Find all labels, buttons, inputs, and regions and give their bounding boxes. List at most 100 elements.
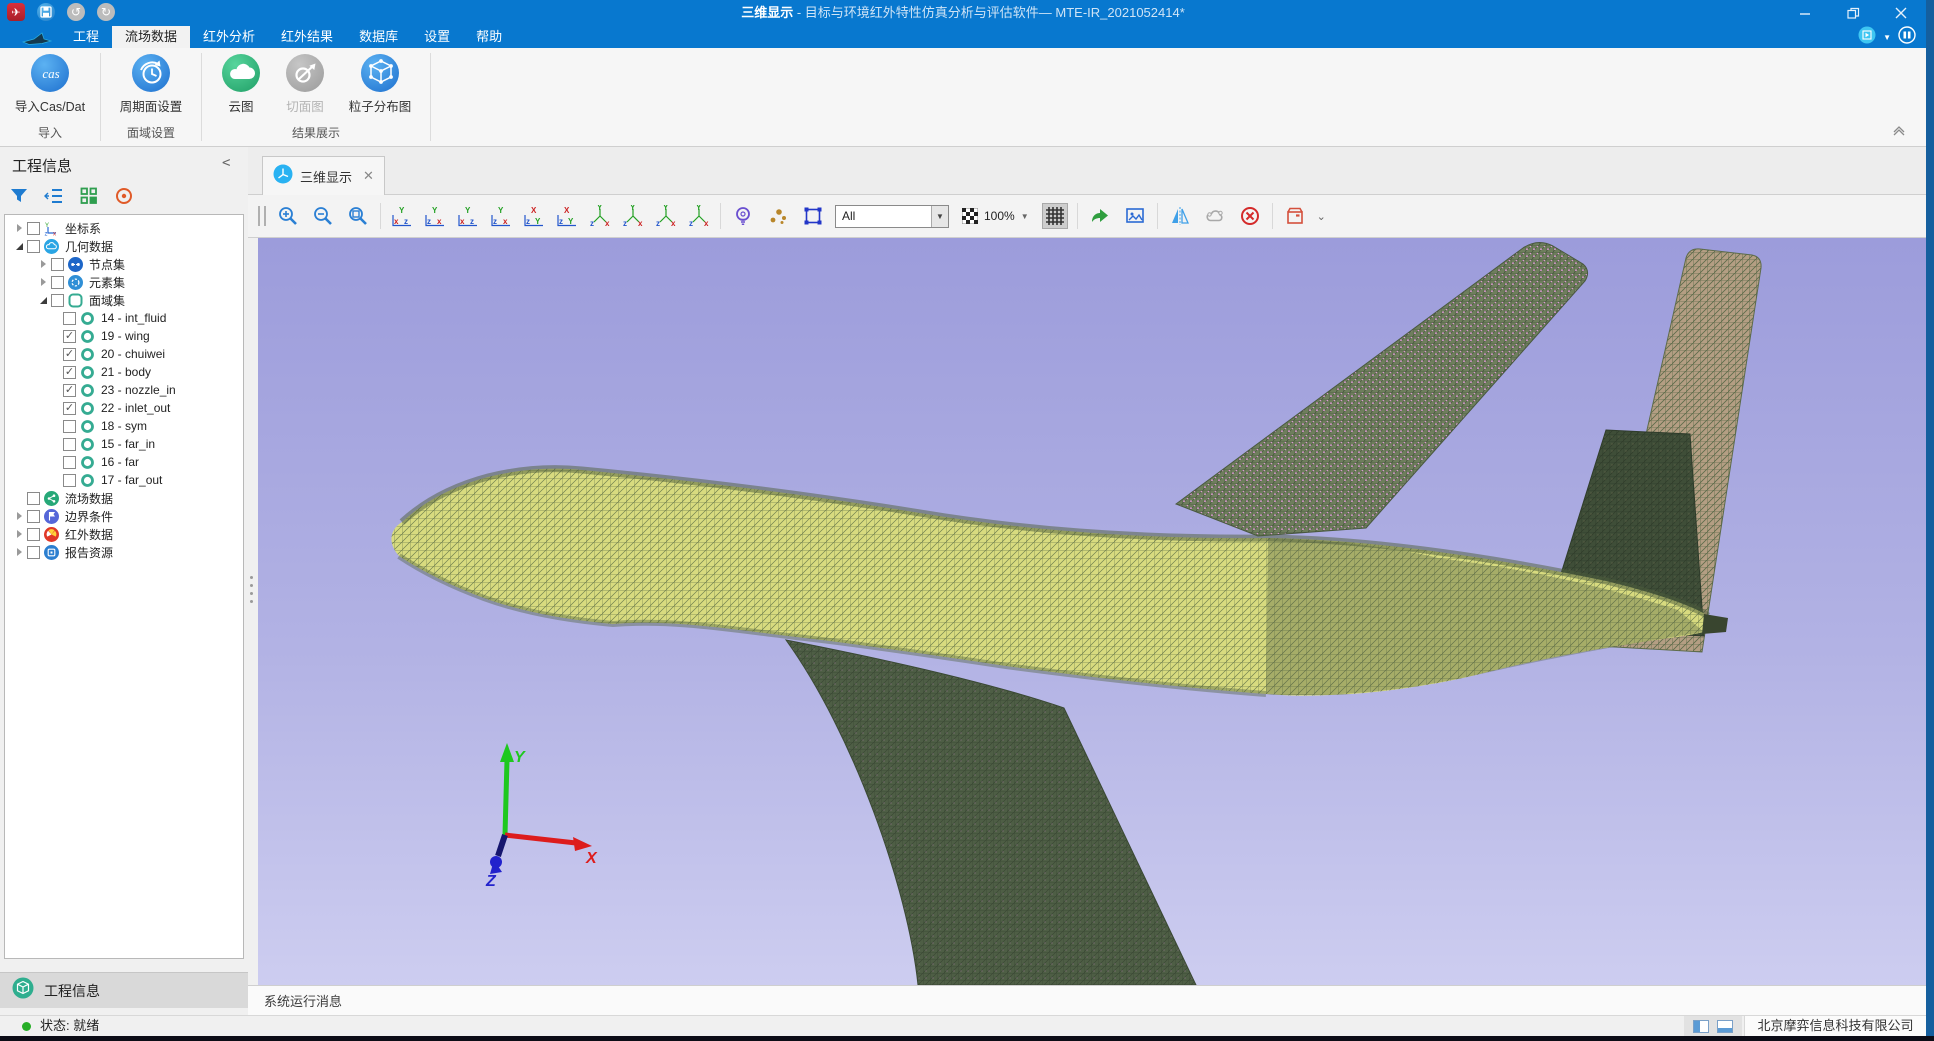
checkbox-unchecked[interactable] — [51, 276, 64, 289]
checkbox-unchecked[interactable] — [51, 294, 64, 307]
light-toggle-button[interactable] — [730, 203, 756, 229]
menu-tab[interactable]: 红外结果 — [268, 26, 346, 48]
menu-tab[interactable]: 红外分析 — [190, 26, 268, 48]
checkbox-unchecked[interactable] — [27, 510, 40, 523]
checkbox-unchecked[interactable] — [63, 474, 76, 487]
tree-item[interactable]: 流场数据 — [5, 489, 243, 507]
restore-button[interactable] — [1842, 4, 1864, 22]
view-back-button[interactable]: Yzx — [423, 203, 447, 229]
expand-collapsed-icon[interactable] — [13, 224, 25, 232]
zoom-level-dropdown[interactable]: 100% ▼ — [958, 203, 1033, 229]
more-tools-caret-icon[interactable]: ⌄ — [1317, 210, 1326, 223]
combo-dropdown-icon[interactable]: ▼ — [931, 206, 948, 227]
layout-left-icon[interactable] — [1693, 1020, 1709, 1033]
viewport-canvas[interactable]: Y X Z — [258, 238, 1926, 985]
menu-tab[interactable]: 帮助 — [463, 26, 515, 48]
tree-item[interactable]: 面域集 — [5, 291, 243, 309]
tree-item[interactable]: 红外数据 — [5, 525, 243, 543]
checkbox-checked[interactable]: ✓ — [63, 366, 76, 379]
view-bottom-button[interactable]: XzY — [555, 203, 579, 229]
snapshot-button[interactable] — [1122, 203, 1148, 229]
mirror-display-button[interactable] — [1167, 203, 1193, 229]
checkbox-unchecked[interactable] — [63, 456, 76, 469]
expand-expanded-icon[interactable] — [37, 297, 49, 304]
tab-3d-view[interactable]: 三维显示 ✕ — [262, 156, 385, 195]
ribbon-button-particles[interactable]: 粒子分布图 — [338, 54, 422, 115]
dropdown-caret-icon[interactable]: ▼ — [1883, 33, 1891, 42]
expand-collapsed-icon[interactable] — [13, 530, 25, 538]
checkbox-unchecked[interactable] — [27, 222, 40, 235]
box-select-button[interactable] — [800, 203, 826, 229]
expand-collapsed-icon[interactable] — [37, 260, 49, 268]
checkbox-unchecked[interactable] — [27, 240, 40, 253]
checkbox-unchecked[interactable] — [51, 258, 64, 271]
view-right-button[interactable]: Yzx — [489, 203, 513, 229]
view-iso-3-button[interactable]: Yzx — [654, 203, 678, 229]
tree-item[interactable]: ✓23 - nozzle_in — [5, 381, 243, 399]
tree-item[interactable]: 元素集 — [5, 273, 243, 291]
tree-item[interactable]: Yzx坐标系 — [5, 219, 243, 237]
tree-item[interactable]: 几何数据 — [5, 237, 243, 255]
expand-collapsed-icon[interactable] — [13, 548, 25, 556]
tree-item[interactable]: 14 - int_fluid — [5, 309, 243, 327]
particle-display-button[interactable] — [765, 203, 791, 229]
locate-target-icon[interactable] — [113, 185, 135, 207]
tree-item[interactable]: 18 - sym — [5, 417, 243, 435]
cloud-display-button[interactable] — [1202, 203, 1228, 229]
expand-collapsed-icon[interactable] — [13, 512, 25, 520]
checkbox-checked[interactable]: ✓ — [63, 348, 76, 361]
tree-item[interactable]: 边界条件 — [5, 507, 243, 525]
panel-splitter[interactable] — [250, 576, 254, 603]
checkbox-checked[interactable]: ✓ — [63, 402, 76, 415]
export-view-button[interactable] — [1087, 203, 1113, 229]
ribbon-button-cloud[interactable]: 云图 — [210, 54, 272, 115]
tree-item[interactable]: ✓19 - wing — [5, 327, 243, 345]
tree-item[interactable]: ✓22 - inlet_out — [5, 399, 243, 417]
display-filter-select[interactable]: All ▼ — [835, 205, 949, 228]
checkbox-unchecked[interactable] — [27, 492, 40, 505]
media-panel-icon[interactable] — [1858, 26, 1876, 49]
ribbon-button-cas[interactable]: cas导入Cas/Dat — [8, 54, 92, 115]
cancel-display-button[interactable] — [1237, 203, 1263, 229]
zoom-out-button[interactable] — [310, 203, 336, 229]
zoom-fit-button[interactable] — [345, 203, 371, 229]
view-left-button[interactable]: Yxz — [456, 203, 480, 229]
outline-list-icon[interactable] — [43, 185, 65, 207]
view-front-button[interactable]: Yxz — [390, 203, 414, 229]
layout-bottom-icon[interactable] — [1717, 1020, 1733, 1033]
filter-icon[interactable] — [8, 185, 30, 207]
panel-footer-button[interactable]: 工程信息 — [0, 972, 248, 1008]
collapse-ribbon-button[interactable] — [1892, 123, 1906, 142]
mesh-toggle-button[interactable] — [1042, 203, 1068, 229]
tree-item[interactable]: ✓21 - body — [5, 363, 243, 381]
tree-item[interactable]: 15 - far_in — [5, 435, 243, 453]
checkbox-unchecked[interactable] — [63, 438, 76, 451]
expand-expanded-icon[interactable] — [13, 243, 25, 250]
toolbar-drag-handle[interactable] — [258, 206, 266, 226]
view-iso-1-button[interactable]: Yzx — [588, 203, 612, 229]
checkbox-unchecked[interactable] — [27, 528, 40, 541]
menu-tab[interactable]: 数据库 — [346, 26, 411, 48]
expand-collapsed-icon[interactable] — [37, 278, 49, 286]
section-box-button[interactable] — [1282, 203, 1308, 229]
help-book-icon[interactable] — [1898, 26, 1916, 49]
panel-collapse-button[interactable]: < — [222, 155, 230, 171]
menu-tab[interactable]: 设置 — [411, 26, 463, 48]
ribbon-button-clock[interactable]: 周期面设置 — [109, 54, 193, 115]
tab-close-icon[interactable]: ✕ — [363, 168, 374, 184]
tree-item[interactable]: 16 - far — [5, 453, 243, 471]
checkbox-unchecked[interactable] — [63, 312, 76, 325]
view-iso-2-button[interactable]: Yzx — [621, 203, 645, 229]
close-button[interactable] — [1890, 4, 1912, 22]
checkbox-checked[interactable]: ✓ — [63, 384, 76, 397]
menu-tab[interactable]: 工程 — [60, 26, 112, 48]
checkbox-unchecked[interactable] — [27, 546, 40, 559]
menu-tab[interactable]: 流场数据 — [112, 26, 190, 48]
tree-item[interactable]: 节点集 — [5, 255, 243, 273]
zoom-in-button[interactable] — [275, 203, 301, 229]
minimize-button[interactable] — [1794, 4, 1816, 22]
grid-view-icon[interactable] — [78, 185, 100, 207]
project-tree[interactable]: Yzx坐标系几何数据节点集元素集面域集14 - int_fluid✓19 - w… — [4, 214, 244, 959]
tree-item[interactable]: 17 - far_out — [5, 471, 243, 489]
tree-item[interactable]: 报告资源 — [5, 543, 243, 561]
